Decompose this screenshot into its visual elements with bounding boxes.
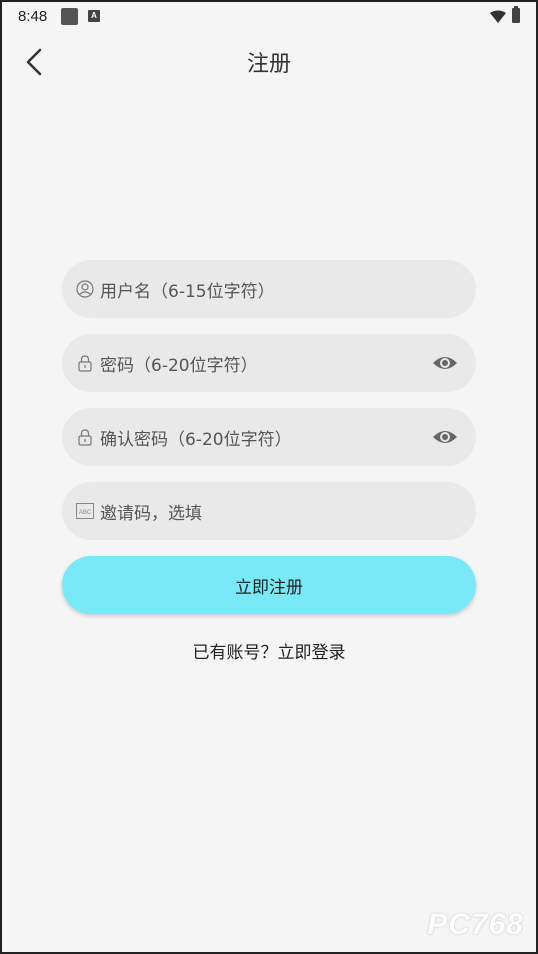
login-link[interactable]: 已有账号？立即登录: [2, 638, 536, 663]
svg-text:ABC: ABC: [79, 510, 92, 516]
password-field[interactable]: 密码（6-20位字符）: [62, 334, 476, 392]
confirm-password-visibility-toggle[interactable]: [432, 425, 458, 449]
eye-icon: [433, 357, 457, 369]
lock-icon: [76, 354, 94, 372]
status-bar: 8:48 A: [2, 2, 536, 34]
abc-keyboard-icon: ABC: [76, 502, 94, 520]
password-visibility-toggle[interactable]: [432, 351, 458, 375]
username-input[interactable]: 用户名（6-15位字符）: [100, 277, 476, 302]
a-notification-icon: A: [88, 10, 100, 22]
status-time: 8:48: [18, 8, 48, 25]
user-icon: [76, 280, 94, 298]
register-button[interactable]: 立即注册: [62, 556, 476, 614]
confirm-password-input[interactable]: 确认密码（6-20位字符）: [100, 425, 476, 450]
invite-code-input[interactable]: 邀请码，选填: [100, 499, 476, 524]
wifi-icon: [490, 10, 506, 23]
confirm-password-field[interactable]: 确认密码（6-20位字符）: [62, 408, 476, 466]
battery-icon: [512, 6, 520, 23]
invite-code-field[interactable]: ABC 邀请码，选填: [62, 482, 476, 540]
app-header: 注册: [2, 34, 536, 90]
page-title: 注册: [246, 52, 291, 77]
lock-icon: [76, 428, 94, 446]
password-input[interactable]: 密码（6-20位字符）: [100, 351, 476, 376]
notification-square-icon: [61, 8, 78, 25]
watermark: PC768: [427, 908, 524, 941]
username-field[interactable]: 用户名（6-15位字符）: [62, 260, 476, 318]
eye-icon: [433, 431, 457, 443]
